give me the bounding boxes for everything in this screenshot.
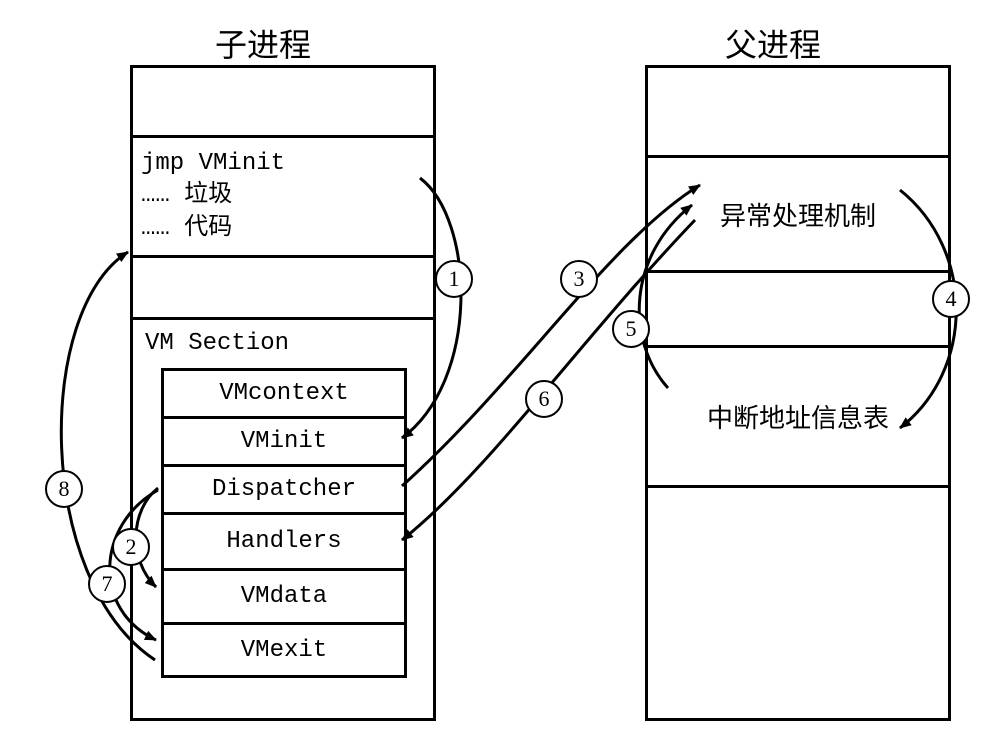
step-badge-7: 7 — [88, 565, 126, 603]
vm-item-vmdata: VMdata — [164, 571, 404, 625]
step-badge-6: 6 — [525, 380, 563, 418]
code-block: jmp VMinit …… 垃圾 …… 代码 — [141, 148, 285, 245]
exception-handler-label: 异常处理机制 — [720, 196, 876, 233]
child-process-title: 子进程 — [215, 20, 311, 66]
parent-row-interrupt: 中断地址信息表 — [648, 348, 948, 488]
vm-item-vminit: VMinit — [164, 419, 404, 467]
diagram-root: 子进程 父进程 jmp VMinit …… 垃圾 …… 代码 VM Sectio… — [20, 20, 980, 720]
vm-item-handlers: Handlers — [164, 515, 404, 571]
parent-process-box: 异常处理机制 中断地址信息表 — [645, 65, 951, 721]
child-row-blank-mid — [133, 258, 433, 320]
vm-item-vmexit: VMexit — [164, 625, 404, 675]
vm-inner-stack: VMcontext VMinit Dispatcher Handlers VMd… — [161, 368, 407, 678]
vm-item-vmcontext: VMcontext — [164, 371, 404, 419]
step-badge-4: 4 — [932, 280, 970, 318]
parent-process-title: 父进程 — [725, 20, 821, 66]
step-badge-2: 2 — [112, 528, 150, 566]
step-badge-3: 3 — [560, 260, 598, 298]
step-badge-5: 5 — [612, 310, 650, 348]
child-row-vm-section: VM Section VMcontext VMinit Dispatcher H… — [133, 320, 433, 715]
parent-row-exception: 异常处理机制 — [648, 158, 948, 273]
parent-row-blank-top — [648, 68, 948, 158]
step-badge-8: 8 — [45, 470, 83, 508]
child-process-box: jmp VMinit …… 垃圾 …… 代码 VM Section VMcont… — [130, 65, 436, 721]
parent-row-blank-mid — [648, 273, 948, 348]
interrupt-table-label: 中断地址信息表 — [707, 398, 889, 435]
step-badge-1: 1 — [435, 260, 473, 298]
vm-item-dispatcher: Dispatcher — [164, 467, 404, 515]
parent-row-blank-bottom — [648, 488, 948, 713]
child-row-blank-top — [133, 68, 433, 138]
vm-section-label: VM Section — [145, 330, 289, 357]
child-row-code: jmp VMinit …… 垃圾 …… 代码 — [133, 138, 433, 258]
